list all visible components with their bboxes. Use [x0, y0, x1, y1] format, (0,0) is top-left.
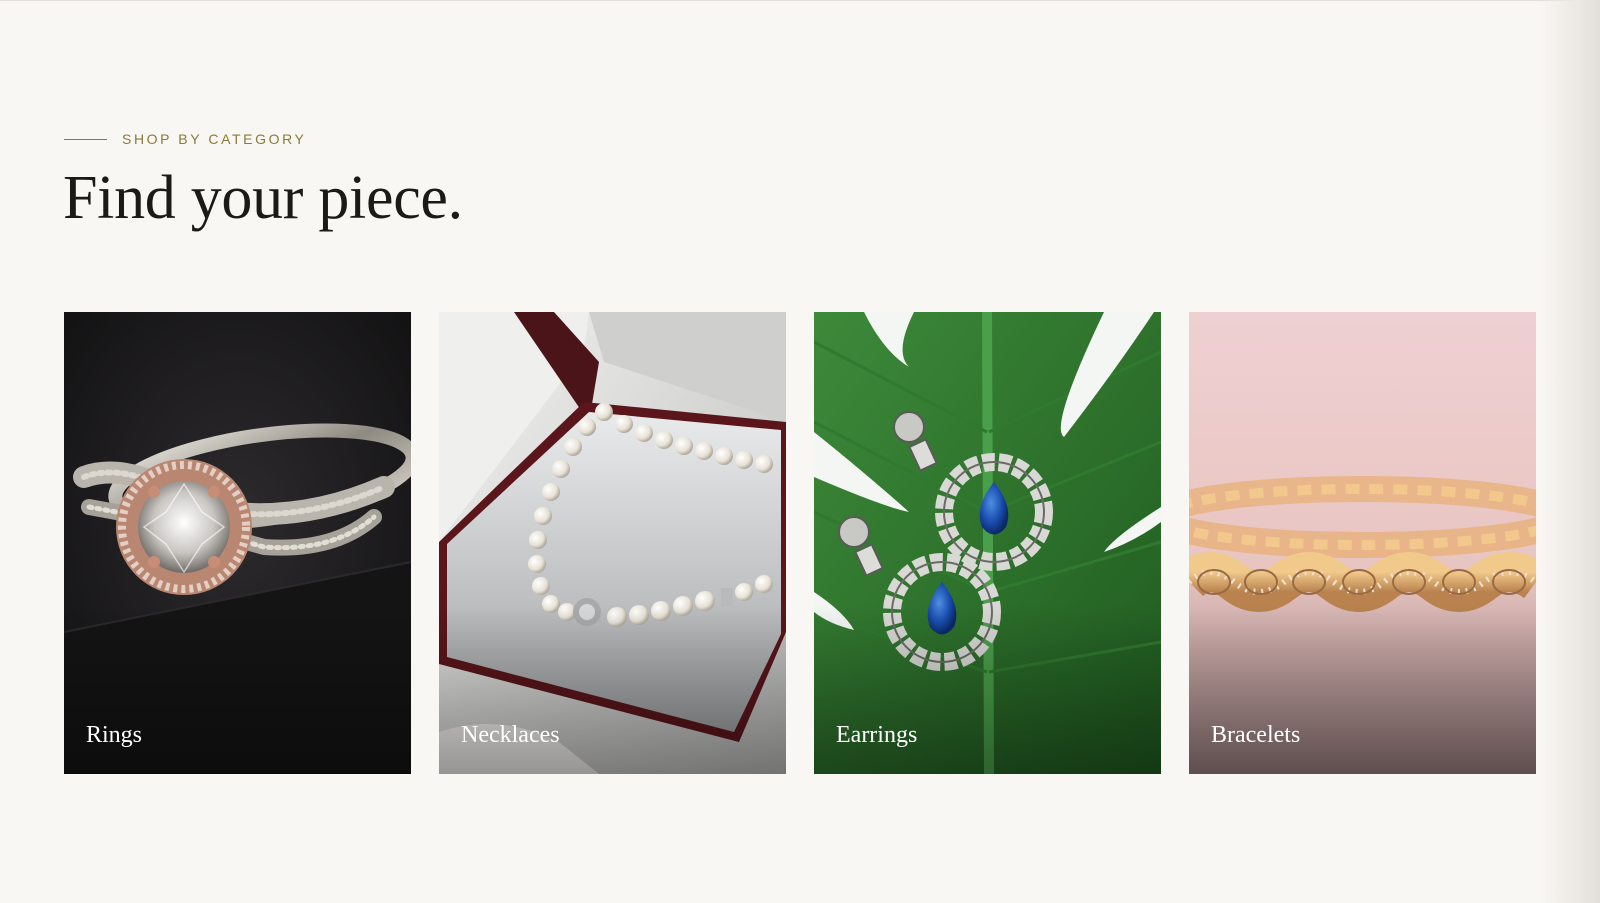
category-label-bracelets: Bracelets [1211, 722, 1301, 748]
category-grid: Rings Necklaces Earrings Bracelets [64, 312, 1536, 774]
category-card-bracelets[interactable]: Bracelets [1189, 312, 1536, 774]
category-label-rings: Rings [86, 722, 143, 748]
top-divider [0, 0, 1600, 1]
category-card-earrings[interactable]: Earrings [814, 312, 1161, 774]
section-title: Find your piece. [63, 164, 463, 232]
eyebrow-rule [64, 138, 107, 140]
eyebrow-label: SHOP BY CATEGORY [122, 131, 307, 147]
category-label-earrings: Earrings [836, 722, 918, 748]
category-card-necklaces[interactable]: Necklaces [439, 312, 786, 774]
page-edge-shadow [1540, 0, 1600, 903]
category-card-rings[interactable]: Rings [64, 312, 411, 774]
section-eyebrow: SHOP BY CATEGORY [64, 131, 307, 147]
category-label-necklaces: Necklaces [461, 722, 560, 748]
